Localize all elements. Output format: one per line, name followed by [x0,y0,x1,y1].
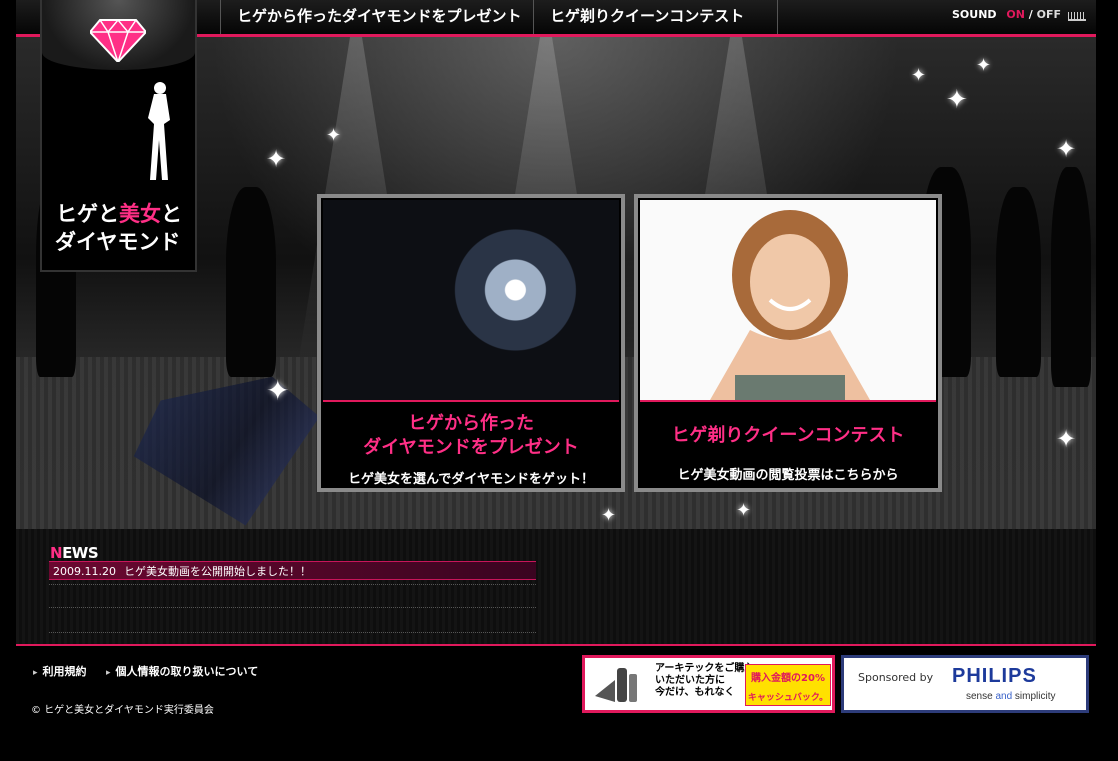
sparkle-icon: ✦ [736,500,752,521]
news-date: 2009.11.20 [53,565,116,578]
sponsor-label: Sponsored by [858,671,934,684]
logo-title-line1: ヒゲと美女と [56,198,182,228]
sparkle-icon: ✦ [911,65,927,86]
cashback-label: キャッシュバック。 [747,693,829,703]
woman-photo-icon [710,210,870,400]
sparkle-icon: ✦ [266,145,287,173]
sound-off-button[interactable]: OFF [1037,8,1061,21]
nav-queen-contest[interactable]: ヒゲ剃りクイーンコンテスト [533,0,778,34]
card-title: ヒゲから作った [408,413,534,434]
cashback-badge: 購入金額の20% キャッシュバック。 [745,664,831,706]
news-section [16,529,1096,644]
card-divider [640,400,936,402]
diamonds-photo [323,200,619,400]
privacy-link[interactable]: 個人情報の取り扱いについて [106,663,259,679]
card-divider [323,400,619,402]
philips-tagline: sense and simplicity [966,691,1056,702]
sound-toggle: SOUND ON / OFF [952,8,1061,21]
sparkle-icon: ✦ [976,55,992,76]
sound-label: SOUND [952,8,997,21]
logo-text: と [161,202,182,226]
footer-rule [16,644,1096,646]
diamond-present-card[interactable]: ヒゲから作った ダイヤモンドをプレゼント ヒゲ美女を選んでダイヤモンドをゲット！ [317,194,625,492]
news-divider [49,584,536,585]
sparkle-icon: ✦ [266,374,290,407]
cashback-percent: 購入金額の20% [751,673,825,684]
card-title: ダイヤモンドをプレゼント [363,437,579,458]
logo-text: ヒゲと [56,202,119,226]
news-heading-initial: N [50,544,63,562]
tagline-and: and [995,691,1013,702]
woman-silhouette-icon [148,82,170,180]
sound-separator: / [1028,8,1033,21]
silhouette [226,187,276,377]
silhouette [1051,167,1091,387]
news-text: ヒゲ美女動画を公開開始しました！！ [123,565,311,578]
terms-link[interactable]: 利用規約 [33,663,87,679]
card-subtitle: ヒゲ美女を選んでダイヤモンドをゲット！ [348,472,594,487]
news-divider [49,607,536,608]
news-heading-rest: EWS [62,544,99,562]
card-title: ヒゲ剃りクイーンコンテスト [671,425,905,446]
tagline-text: sense [966,691,996,702]
contest-photo [640,200,936,400]
copyright: © ヒゲと美女とダイヤモンド実行委員会 [31,705,214,716]
arch-cashback-banner[interactable]: アーキテックをご購入 いただいた方に 今だけ、もれなく 購入金額の20% キャッ… [582,655,835,713]
philips-logo: PHILIPS [952,665,1037,687]
news-divider [49,632,536,633]
sound-on-button[interactable]: ON [1006,8,1025,21]
tagline-text: simplicity [1012,691,1056,702]
sparkle-icon: ✦ [326,125,342,146]
diamond-icon [90,18,146,62]
arch-banner-text: アーキテックをご購入 いただいた方に 今だけ、もれなく [655,663,755,698]
shaver-icon [595,668,637,702]
logo-text-pink: 美女 [119,202,161,226]
news-heading: NEWS [50,544,99,562]
queen-contest-card[interactable]: ヒゲ剃りクイーンコンテスト ヒゲ美女動画の閲覧投票はこちらから [634,194,942,492]
sparkle-icon: ✦ [1056,425,1077,453]
silhouette [996,187,1041,377]
sparkle-icon: ✦ [601,505,617,526]
news-item[interactable]: 2009.11.20 ヒゲ美女動画を公開開始しました！！ [49,561,536,580]
logo-title-line2: ダイヤモンド [55,230,181,254]
philips-banner[interactable]: Sponsored by PHILIPS sense and simplicit… [841,655,1089,713]
sparkle-icon: ✦ [946,85,968,115]
site-logo[interactable]: ヒゲと美女と ダイヤモンド [40,0,197,272]
nav-diamond-present[interactable]: ヒゲから作ったダイヤモンドをプレゼント [220,0,535,34]
sparkle-icon: ✦ [1056,135,1077,163]
card-subtitle: ヒゲ美女動画の閲覧投票はこちらから [677,468,899,483]
sound-meter-icon [1068,12,1086,21]
